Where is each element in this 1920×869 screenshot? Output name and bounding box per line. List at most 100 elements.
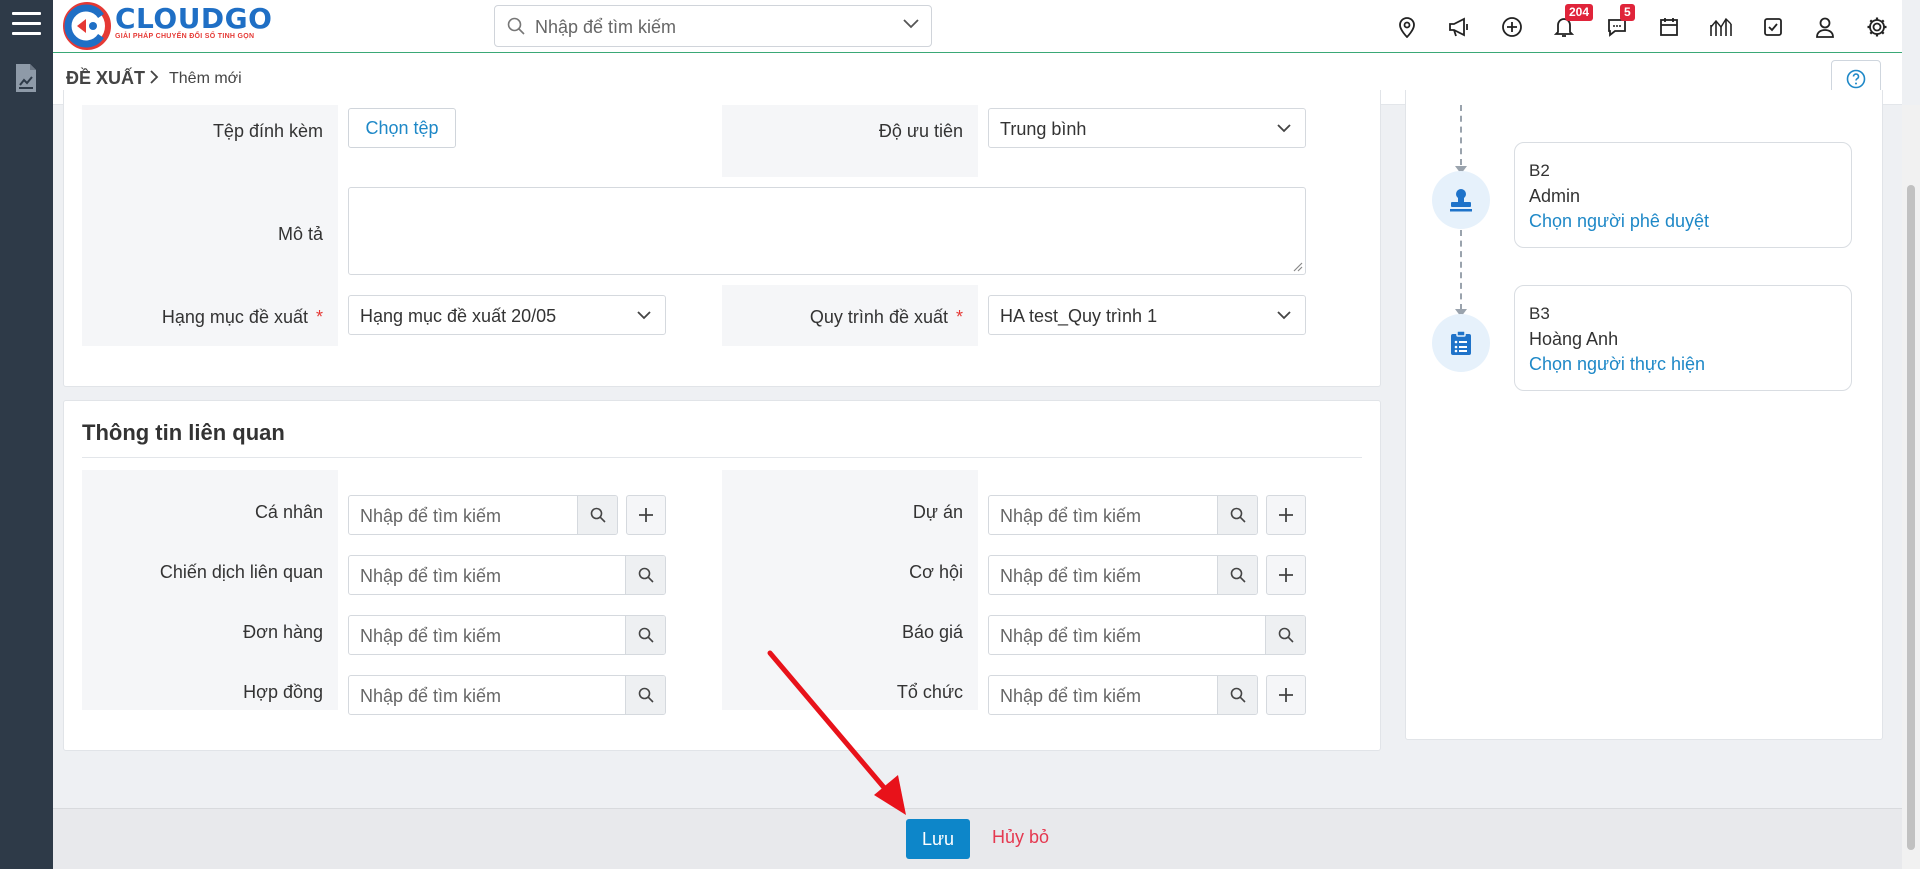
cancel-link[interactable]: Hủy bỏ bbox=[992, 827, 1049, 848]
search-icon bbox=[507, 17, 525, 35]
related-search-input[interactable] bbox=[360, 624, 618, 648]
related-search-field bbox=[348, 615, 666, 655]
related-field-label: Cơ hội bbox=[909, 562, 963, 582]
priority-select[interactable]: Trung bình bbox=[988, 108, 1306, 148]
step-icon-circle bbox=[1432, 171, 1490, 229]
related-search-input[interactable] bbox=[1000, 684, 1210, 708]
attachment-label: Tệp đính kèm bbox=[212, 121, 323, 141]
required-mark: * bbox=[955, 307, 963, 327]
top-header: CLOUDGO GIẢI PHÁP CHUYỂN ĐỔI SỐ TINH GỌN… bbox=[53, 0, 1902, 53]
chevron-down-icon bbox=[637, 311, 651, 320]
search-button[interactable] bbox=[577, 496, 617, 534]
plus-icon bbox=[639, 508, 653, 522]
related-search-field bbox=[348, 675, 666, 715]
settings-gear-icon[interactable] bbox=[1860, 10, 1894, 44]
search-icon bbox=[590, 507, 606, 523]
clipboard-list-icon bbox=[1451, 330, 1471, 355]
choose-approver-link[interactable]: Chọn người phê duyệt bbox=[1529, 211, 1709, 232]
process-value: HA test_Quy trình 1 bbox=[1000, 306, 1158, 326]
chat-bubble-icon[interactable]: 5 bbox=[1600, 4, 1635, 44]
search-icon bbox=[638, 687, 654, 703]
notification-badge: 204 bbox=[1565, 4, 1594, 21]
process-label-text: Quy trình đề xuất bbox=[809, 307, 948, 327]
task-checkbox-icon[interactable] bbox=[1756, 10, 1790, 44]
search-icon bbox=[1230, 567, 1246, 583]
global-search[interactable] bbox=[494, 5, 932, 47]
description-textarea[interactable] bbox=[348, 187, 1306, 275]
breadcrumb-module[interactable]: ĐỀ XUẤT bbox=[66, 68, 145, 89]
calendar-icon[interactable] bbox=[1652, 10, 1686, 44]
search-button[interactable] bbox=[1217, 676, 1257, 714]
process-select[interactable]: HA test_Quy trình 1 bbox=[988, 295, 1306, 335]
search-button[interactable] bbox=[1217, 496, 1257, 534]
user-profile-icon[interactable] bbox=[1808, 10, 1842, 44]
save-button[interactable]: Lưu bbox=[906, 819, 970, 859]
add-related-button[interactable] bbox=[626, 495, 666, 535]
notification-bell-icon[interactable]: 204 bbox=[1547, 4, 1594, 44]
map-pin-icon[interactable] bbox=[1390, 10, 1424, 44]
step-code: B2 bbox=[1529, 161, 1550, 180]
search-button[interactable] bbox=[625, 616, 665, 654]
menu-icon[interactable] bbox=[12, 12, 41, 36]
related-search-input[interactable] bbox=[1000, 624, 1258, 648]
related-search-field bbox=[348, 555, 666, 595]
chevron-down-icon bbox=[1277, 311, 1291, 320]
form-footer bbox=[53, 808, 1902, 869]
step-assignee: Admin bbox=[1529, 186, 1581, 206]
search-button[interactable] bbox=[625, 556, 665, 594]
related-info-title: Thông tin liên quan bbox=[82, 420, 285, 445]
process-label: Quy trình đề xuất * bbox=[810, 307, 963, 328]
add-related-button[interactable] bbox=[1266, 675, 1306, 715]
resize-grip-icon[interactable] bbox=[1291, 260, 1303, 272]
related-search-input[interactable] bbox=[1000, 504, 1210, 528]
global-search-input[interactable] bbox=[535, 14, 895, 40]
related-search-field bbox=[988, 495, 1258, 535]
cloudgo-logo[interactable]: CLOUDGO GIẢI PHÁP CHUYỂN ĐỔI SỐ TINH GỌN bbox=[63, 2, 272, 50]
logo-text: CLOUDGO bbox=[115, 2, 273, 35]
annotation-arrow bbox=[767, 650, 906, 815]
chevron-down-icon bbox=[1277, 124, 1291, 133]
add-circle-icon[interactable] bbox=[1495, 10, 1529, 44]
step-code: B3 bbox=[1529, 304, 1550, 323]
related-search-field bbox=[988, 555, 1258, 595]
logo-tagline: GIẢI PHÁP CHUYỂN ĐỔI SỐ TINH GỌN bbox=[115, 33, 255, 40]
flow-connector bbox=[1460, 230, 1462, 310]
related-search-input[interactable] bbox=[360, 504, 570, 528]
add-related-button[interactable] bbox=[1266, 555, 1306, 595]
chevron-down-icon[interactable] bbox=[903, 19, 919, 29]
related-search-input[interactable] bbox=[1000, 564, 1210, 588]
related-search-field bbox=[988, 615, 1306, 655]
search-button[interactable] bbox=[625, 676, 665, 714]
plus-icon bbox=[1279, 688, 1293, 702]
choose-file-button[interactable]: Chọn tệp bbox=[348, 108, 456, 148]
chevron-right-icon bbox=[150, 70, 159, 84]
description-label: Mô tả bbox=[277, 224, 323, 244]
workflow-step-card: B3 Hoàng Anh Chọn người thực hiện bbox=[1514, 285, 1852, 391]
step-icon-circle bbox=[1432, 314, 1490, 372]
stamp-icon bbox=[1450, 189, 1472, 212]
related-field-label: Dự án bbox=[912, 502, 963, 522]
scrollbar-thumb[interactable] bbox=[1907, 185, 1915, 850]
related-search-field bbox=[988, 675, 1258, 715]
related-field-label: Đơn hàng bbox=[243, 622, 323, 642]
search-icon bbox=[1230, 687, 1246, 703]
related-field-label: Chiến dịch liên quan bbox=[159, 562, 323, 582]
page-scrollbar[interactable] bbox=[1902, 105, 1920, 869]
category-label: Hạng mục đề xuất * bbox=[162, 307, 323, 328]
related-search-input[interactable] bbox=[360, 564, 618, 588]
search-button[interactable] bbox=[1265, 616, 1305, 654]
add-related-button[interactable] bbox=[1266, 495, 1306, 535]
flow-connector bbox=[1460, 105, 1462, 165]
priority-label: Độ ưu tiên bbox=[878, 121, 963, 141]
document-chart-icon[interactable] bbox=[14, 63, 38, 93]
search-button[interactable] bbox=[1217, 556, 1257, 594]
megaphone-icon[interactable] bbox=[1442, 10, 1476, 44]
choose-performer-link[interactable]: Chọn người thực hiện bbox=[1529, 354, 1705, 375]
analytics-chart-icon[interactable] bbox=[1704, 10, 1738, 44]
left-rail bbox=[0, 0, 53, 869]
plus-icon bbox=[1279, 568, 1293, 582]
divider bbox=[82, 457, 1362, 458]
category-select[interactable]: Hạng mục đề xuất 20/05 bbox=[348, 295, 666, 335]
related-search-input[interactable] bbox=[360, 684, 618, 708]
priority-value: Trung bình bbox=[1000, 119, 1087, 139]
